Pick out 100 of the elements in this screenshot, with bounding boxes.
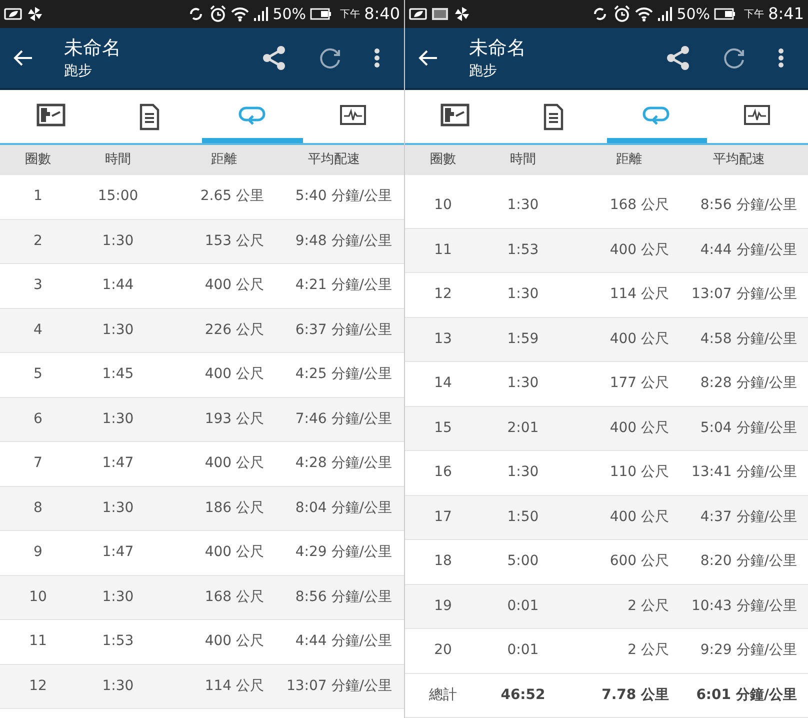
lap-time: 0:01 — [507, 598, 539, 614]
lap-pace: 4:21 分鐘/公里 — [295, 277, 392, 294]
lap-time: 15:00 — [98, 188, 138, 204]
lap-distance: 168 公尺 — [204, 588, 264, 605]
screen-title: 未命名 — [64, 36, 122, 61]
lap-number: 9 — [34, 544, 42, 560]
lap-distance: 400 公尺 — [204, 277, 264, 294]
lap-pace: 9:29 分鐘/公里 — [700, 642, 797, 658]
lap-pace: 8:04 分鐘/公里 — [295, 500, 392, 516]
column-header: 時間 — [105, 152, 131, 168]
lap-time: 1:30 — [507, 464, 539, 480]
battery-icon — [310, 7, 332, 21]
lap-pace: 5:04 分鐘/公里 — [700, 420, 797, 436]
lap-number: 14 — [434, 375, 452, 392]
lap-pace: 6:01 分鐘/公里 — [696, 686, 797, 703]
column-header: 平均配速 — [713, 152, 765, 168]
lap-time: 1:30 — [102, 232, 134, 249]
lap-number: 4 — [34, 322, 42, 338]
lap-number: 15 — [434, 420, 452, 436]
share-icon — [665, 45, 691, 71]
screen-subtitle: 跑步 — [469, 62, 498, 81]
time-period: 下午 — [744, 8, 764, 22]
lap-pace: 9:48 分鐘/公里 — [295, 232, 392, 249]
lap-pace: 7:46 分鐘/公里 — [295, 410, 392, 427]
lap-pace: 8:28 分鐘/公里 — [700, 375, 797, 392]
lap-distance: 400 公尺 — [204, 455, 264, 472]
lap-time: 2:01 — [507, 420, 539, 436]
lap-distance: 400 公尺 — [610, 508, 669, 525]
lap-distance: 2.65 公里 — [200, 188, 264, 204]
lap-time: 1:44 — [102, 277, 134, 294]
clock-time: 8:40 — [364, 3, 400, 25]
lap-pace: 4:37 分鐘/公里 — [700, 508, 797, 525]
lap-number: 3 — [34, 277, 42, 294]
battery-leaf-icon — [4, 6, 22, 22]
lap-time: 1:30 — [102, 678, 134, 694]
signal-icon — [252, 6, 269, 22]
lap-distance: 186 公尺 — [204, 500, 264, 516]
lap-number: 2 — [34, 232, 42, 249]
lap-distance: 7.78 公里 — [602, 686, 669, 703]
lap-time: 1:30 — [102, 322, 134, 338]
lap-distance: 400 公尺 — [204, 633, 264, 650]
lap-time: 1:30 — [507, 286, 539, 302]
lap-number: 11 — [434, 242, 452, 258]
share-icon — [261, 45, 287, 71]
lap-number: 10 — [434, 197, 452, 214]
lap-time: 1:59 — [507, 330, 539, 347]
screen-subtitle: 跑步 — [64, 62, 93, 81]
lap-distance: 110 公尺 — [610, 464, 669, 480]
column-header: 平均配速 — [308, 152, 360, 168]
lap-number: 7 — [34, 455, 42, 472]
lap-time: 1:30 — [507, 375, 539, 392]
column-header: 圈數 — [430, 152, 456, 168]
lap-time: 1:53 — [102, 633, 134, 650]
screen-title: 未命名 — [469, 36, 527, 61]
lap-distance: 2 公尺 — [628, 598, 669, 614]
lap-number: 16 — [434, 464, 452, 480]
lap-time: 1:30 — [102, 500, 134, 516]
lap-number: 11 — [29, 633, 47, 650]
lap-number: 12 — [29, 678, 47, 694]
lap-number: 13 — [434, 330, 452, 347]
lap-number: 6 — [34, 410, 42, 427]
lap-distance: 400 公尺 — [610, 242, 669, 258]
lap-number: 19 — [434, 598, 452, 614]
column-header: 距離 — [616, 152, 642, 168]
lap-pace: 4:29 分鐘/公里 — [295, 544, 392, 560]
lap-pace: 4:44 分鐘/公里 — [295, 633, 392, 650]
lap-distance: 153 公尺 — [204, 232, 264, 249]
lap-time: 1:45 — [102, 366, 134, 382]
time-period: 下午 — [340, 8, 360, 22]
lap-number: 1 — [34, 188, 42, 204]
wifi-icon — [230, 6, 249, 22]
lap-pace: 13:07 分鐘/公里 — [286, 678, 392, 694]
lap-pace: 10:43 分鐘/公里 — [691, 598, 797, 614]
pinwheel-icon — [453, 6, 471, 22]
lap-distance: 193 公尺 — [204, 410, 264, 427]
lap-time: 1:30 — [102, 410, 134, 427]
lap-number: 5 — [34, 366, 42, 382]
lap-distance: 400 公尺 — [204, 544, 264, 560]
more-options-icon — [778, 48, 784, 68]
lap-pace: 13:41 分鐘/公里 — [691, 464, 797, 480]
lap-number: 12 — [434, 286, 452, 302]
battery-leaf-icon — [409, 6, 427, 22]
battery-icon — [714, 7, 736, 21]
lap-number: 18 — [434, 553, 452, 570]
lap-pace: 5:40 分鐘/公里 — [295, 188, 392, 204]
lap-pace: 6:37 分鐘/公里 — [295, 322, 392, 338]
lap-pace: 4:28 分鐘/公里 — [295, 455, 392, 472]
alarm-icon — [612, 5, 631, 23]
column-header: 圈數 — [25, 152, 51, 168]
lap-time: 1:47 — [102, 544, 134, 560]
total-label: 總計 — [429, 686, 457, 703]
lap-time: 1:30 — [102, 588, 134, 605]
battery-percentage: 50% — [676, 4, 710, 25]
lap-pace: 13:07 分鐘/公里 — [691, 286, 797, 302]
back-arrow-icon — [417, 48, 439, 68]
wifi-icon — [634, 6, 653, 22]
column-header: 時間 — [510, 152, 536, 168]
lap-time: 0:01 — [507, 642, 539, 658]
lap-number: 20 — [434, 642, 452, 658]
lap-distance: 400 公尺 — [610, 330, 669, 347]
